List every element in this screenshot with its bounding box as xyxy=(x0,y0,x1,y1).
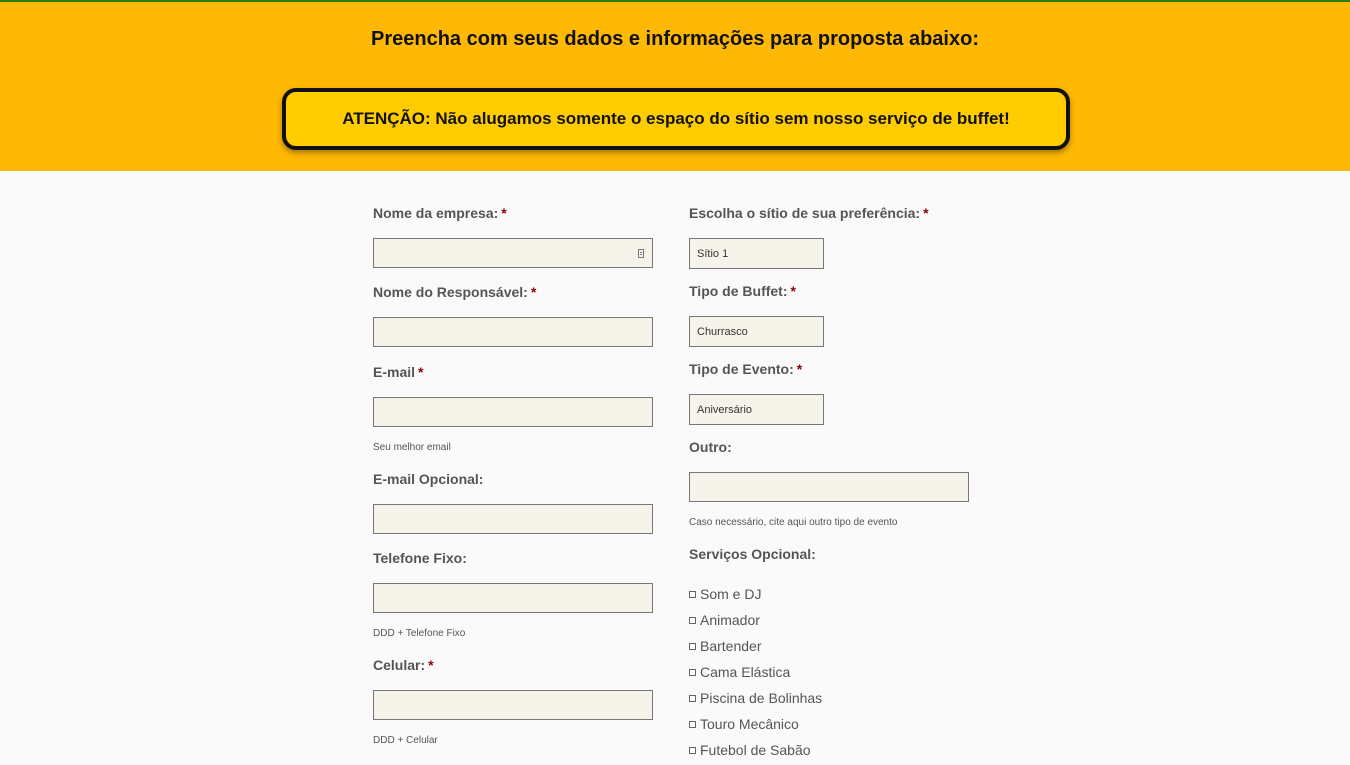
company-name-input[interactable] xyxy=(373,238,653,268)
responsible-name-input[interactable] xyxy=(373,317,653,347)
page-title: Preencha com seus dados e informações pa… xyxy=(371,28,979,50)
service-option[interactable]: Futebol de Sabão xyxy=(689,742,811,758)
checkbox[interactable] xyxy=(689,642,696,650)
required-mark: * xyxy=(530,284,537,300)
event-type-label: Tipo de Evento: * xyxy=(689,361,803,377)
service-option[interactable]: Som e DJ xyxy=(689,586,761,602)
warning-notice: ATENÇÃO: Não alugamos somente o espaço d… xyxy=(282,88,1070,150)
checkbox[interactable] xyxy=(689,616,696,624)
required-mark: * xyxy=(501,205,507,221)
service-option-label: Touro Mecânico xyxy=(700,716,799,732)
landline-input[interactable] xyxy=(373,583,653,613)
responsible-name-label: Nome do Responsável: * xyxy=(373,284,537,300)
email-input[interactable] xyxy=(373,397,653,427)
company-name-label: Nome da empresa: * xyxy=(373,205,507,221)
service-option-label: Bartender xyxy=(700,638,762,654)
required-mark: * xyxy=(796,361,803,377)
optional-services-label: Serviços Opcional: xyxy=(689,546,816,562)
service-option[interactable]: Touro Mecânico xyxy=(689,716,799,732)
checkbox[interactable] xyxy=(689,590,696,598)
service-option-label: Som e DJ xyxy=(700,586,762,602)
required-mark: * xyxy=(923,205,929,221)
required-mark: * xyxy=(790,283,796,299)
mobile-hint: DDD + Celular xyxy=(373,735,438,746)
venue-label: Escolha o sítio de sua preferência: * xyxy=(689,205,929,221)
other-event-label: Outro: xyxy=(689,439,732,455)
mobile-label: Celular: * xyxy=(373,657,434,673)
service-option[interactable]: Cama Elástica xyxy=(689,664,790,680)
warning-notice-text: ATENÇÃO: Não alugamos somente o espaço d… xyxy=(342,109,1010,128)
other-event-hint: Caso necessário, cite aqui outro tipo de… xyxy=(689,517,898,528)
service-option[interactable]: Bartender xyxy=(689,638,761,654)
required-mark: * xyxy=(428,657,434,673)
service-option[interactable]: Animador xyxy=(689,612,760,628)
service-option[interactable]: Piscina de Bolinhas xyxy=(689,690,822,706)
service-option-label: Futebol de Sabão xyxy=(700,742,811,758)
buffet-type-label: Tipo de Buffet: * xyxy=(689,283,796,299)
contact-card-icon xyxy=(638,249,644,258)
event-selected-value: Aniversário xyxy=(697,403,753,416)
checkbox[interactable] xyxy=(689,720,696,728)
checkbox[interactable] xyxy=(689,668,696,676)
landline-label: Telefone Fixo: xyxy=(373,550,467,566)
email-label: E-mail * xyxy=(373,364,424,380)
buffet-type-select[interactable]: Churrasco xyxy=(689,316,824,347)
service-option-label: Animador xyxy=(700,612,760,628)
optional-email-input[interactable] xyxy=(373,504,653,534)
header-banner: Preencha com seus dados e informações pa… xyxy=(0,0,1350,171)
service-option-label: Piscina de Bolinhas xyxy=(700,690,823,706)
service-option-label: Cama Elástica xyxy=(700,664,791,680)
required-mark: * xyxy=(418,364,424,380)
checkbox[interactable] xyxy=(689,694,696,702)
venue-selected-value: Sítio 1 xyxy=(697,247,729,260)
other-event-input[interactable] xyxy=(689,472,969,502)
optional-email-label: E-mail Opcional: xyxy=(373,471,484,487)
mobile-input[interactable] xyxy=(373,690,653,720)
event-type-select[interactable]: Aniversário xyxy=(689,394,824,425)
venue-select[interactable]: Sítio 1 xyxy=(689,238,824,269)
buffet-selected-value: Churrasco xyxy=(697,325,748,338)
landline-hint: DDD + Telefone Fixo xyxy=(373,628,466,639)
email-hint: Seu melhor email xyxy=(373,442,451,453)
checkbox[interactable] xyxy=(689,746,696,754)
